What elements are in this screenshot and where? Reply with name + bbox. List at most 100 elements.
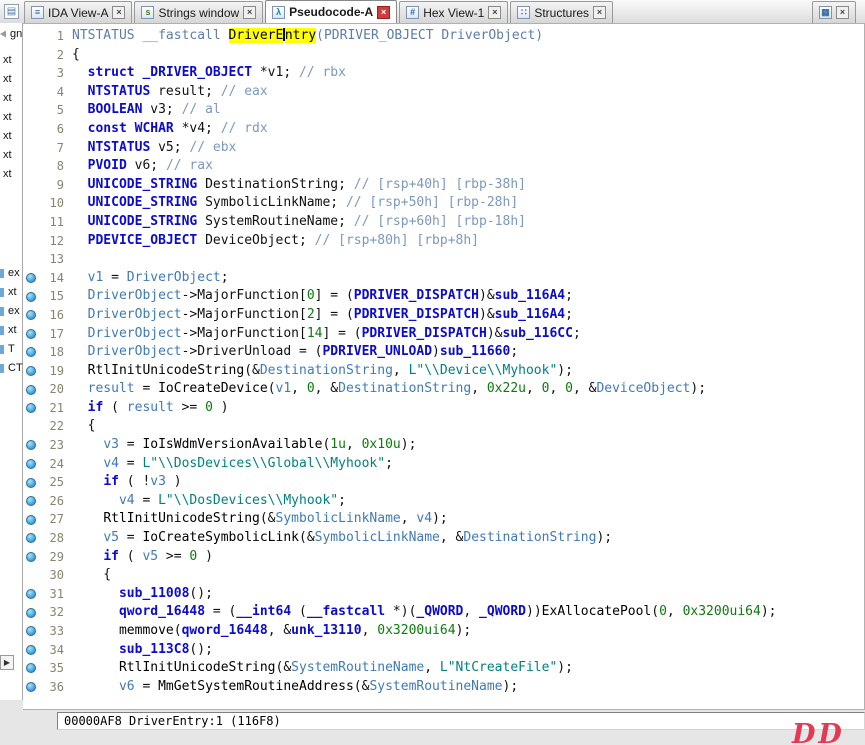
address-dot-cell[interactable]: [23, 399, 38, 418]
address-dot[interactable]: [25, 403, 36, 414]
tab-extra[interactable]: ▦ ×: [812, 1, 856, 23]
address-dot-cell[interactable]: [23, 455, 38, 474]
address-dot-cell[interactable]: [23, 269, 38, 288]
code-line[interactable]: 15 DriverObject->MajorFunction[0] = (PDR…: [23, 287, 864, 306]
expand-panel-button[interactable]: ▶: [0, 655, 14, 670]
code-line[interactable]: 9 UNICODE_STRING DestinationString; // […: [23, 176, 864, 195]
address-dot[interactable]: [25, 533, 36, 544]
code-line[interactable]: 28 v5 = IoCreateSymbolicLink(&SymbolicLi…: [23, 529, 864, 548]
close-tab-icon[interactable]: ×: [112, 6, 126, 19]
close-tab-icon[interactable]: ×: [377, 5, 391, 19]
panel-item-fragment[interactable]: xt: [0, 90, 23, 106]
code-line[interactable]: 14 v1 = DriverObject;: [23, 269, 864, 288]
code-line[interactable]: 19 RtlInitUnicodeString(&DestinationStri…: [23, 362, 864, 381]
code-line[interactable]: 12 PDEVICE_OBJECT DeviceObject; // [rsp+…: [23, 232, 864, 251]
code-line[interactable]: 20 result = IoCreateDevice(v1, 0, &Desti…: [23, 380, 864, 399]
address-dot[interactable]: [25, 514, 36, 525]
address-dot[interactable]: [25, 273, 36, 284]
address-dot[interactable]: [25, 551, 36, 562]
code-line[interactable]: 17 DriverObject->MajorFunction[14] = (PD…: [23, 325, 864, 344]
address-dot-cell[interactable]: [23, 325, 38, 344]
address-dot-cell[interactable]: [23, 603, 38, 622]
address-dot[interactable]: [25, 626, 36, 637]
address-dot-cell[interactable]: [23, 473, 38, 492]
panel-item-fragment[interactable]: xt: [0, 284, 23, 300]
address-dot[interactable]: [25, 384, 36, 395]
address-dot-cell[interactable]: [23, 659, 38, 678]
code-line[interactable]: 13: [23, 250, 864, 269]
code-line[interactable]: 33 memmove(qword_16448, &unk_13110, 0x32…: [23, 622, 864, 641]
tab-hex-view-1[interactable]: # Hex View-1 ×: [399, 1, 509, 23]
panel-item-fragment[interactable]: xt: [0, 52, 23, 68]
address-dot-cell[interactable]: [23, 510, 38, 529]
address-dot[interactable]: [25, 496, 36, 507]
address-dot[interactable]: [25, 663, 36, 674]
address-dot[interactable]: [25, 328, 36, 339]
address-dot-cell[interactable]: [23, 362, 38, 381]
address-dot[interactable]: [25, 291, 36, 302]
close-tab-icon[interactable]: ×: [593, 6, 607, 19]
address-dot[interactable]: [25, 347, 36, 358]
code-line[interactable]: 23 v3 = IoIsWdmVersionAvailable(1u, 0x10…: [23, 436, 864, 455]
address-dot-cell[interactable]: [23, 287, 38, 306]
code-line[interactable]: 10 UNICODE_STRING SymbolicLinkName; // […: [23, 194, 864, 213]
address-dot-cell[interactable]: [23, 380, 38, 399]
code-line[interactable]: 34 sub_113C8();: [23, 641, 864, 660]
code-line[interactable]: 21 if ( result >= 0 ): [23, 399, 864, 418]
code-line[interactable]: 16 DriverObject->MajorFunction[2] = (PDR…: [23, 306, 864, 325]
code-line[interactable]: 36 v6 = MmGetSystemRoutineAddress(&Syste…: [23, 678, 864, 697]
tab-pseudocode-a[interactable]: λ Pseudocode-A ×: [265, 0, 398, 23]
code-line[interactable]: 5 BOOLEAN v3; // al: [23, 101, 864, 120]
address-dot[interactable]: [25, 458, 36, 469]
panel-item-fragment[interactable]: xt: [0, 128, 23, 144]
code-line[interactable]: 22 {: [23, 417, 864, 436]
panel-item-fragment[interactable]: xt: [0, 109, 23, 125]
close-tab-icon[interactable]: ×: [488, 6, 502, 19]
code-line[interactable]: 8 PVOID v6; // rax: [23, 157, 864, 176]
tab-ida-view-a[interactable]: ≡ IDA View-A ×: [24, 1, 133, 23]
code-line[interactable]: 25 if ( !v3 ): [23, 473, 864, 492]
address-dot-cell[interactable]: [23, 343, 38, 362]
tab-strings-window[interactable]: s Strings window ×: [134, 1, 264, 23]
code-line[interactable]: 1 NTSTATUS __fastcall DriverE ntry(PDRIVER…: [23, 27, 864, 46]
panel-item-fragment[interactable]: ex: [0, 265, 23, 281]
panel-item-fragment[interactable]: xt: [0, 166, 23, 182]
address-dot-cell[interactable]: [23, 548, 38, 567]
code-line[interactable]: 29 if ( v5 >= 0 ): [23, 548, 864, 567]
code-line[interactable]: 30 {: [23, 566, 864, 585]
code-line[interactable]: 31 sub_11008();: [23, 585, 864, 604]
address-dot[interactable]: [25, 440, 36, 451]
address-dot[interactable]: [25, 682, 36, 693]
address-dot-cell[interactable]: [23, 622, 38, 641]
code-line[interactable]: 24 v4 = L"\\DosDevices\\Global\\Myhook";: [23, 455, 864, 474]
address-dot[interactable]: [25, 607, 36, 618]
code-line[interactable]: 2{: [23, 46, 864, 65]
address-dot-cell[interactable]: [23, 641, 38, 660]
address-dot[interactable]: [25, 477, 36, 488]
address-dot-cell[interactable]: [23, 529, 38, 548]
code-line[interactable]: 35 RtlInitUnicodeString(&SystemRoutineNa…: [23, 659, 864, 678]
address-dot[interactable]: [25, 365, 36, 376]
code-line[interactable]: 4 NTSTATUS result; // eax: [23, 83, 864, 102]
close-tab-icon[interactable]: ×: [243, 6, 257, 19]
code-line[interactable]: 27 RtlInitUnicodeString(&SymbolicLinkNam…: [23, 510, 864, 529]
address-dot-cell[interactable]: [23, 585, 38, 604]
address-dot-cell[interactable]: [23, 492, 38, 511]
close-tab-icon[interactable]: ×: [836, 6, 849, 19]
address-dot-cell[interactable]: [23, 436, 38, 455]
address-dot-cell[interactable]: [23, 678, 38, 697]
address-dot[interactable]: [25, 644, 36, 655]
code-line[interactable]: 26 v4 = L"\\DosDevices\\Myhook";: [23, 492, 864, 511]
document-icon[interactable]: [4, 4, 19, 19]
code-line[interactable]: 3 struct _DRIVER_OBJECT *v1; // rbx: [23, 64, 864, 83]
address-dot-cell[interactable]: [23, 306, 38, 325]
code-line[interactable]: 6 const WCHAR *v4; // rdx: [23, 120, 864, 139]
panel-item-fragment[interactable]: CT: [0, 360, 23, 376]
code-line[interactable]: 18 DriverObject->DriverUnload = (PDRIVER…: [23, 343, 864, 362]
code-line[interactable]: 32 qword_16448 = (__int64 (__fastcall *)…: [23, 603, 864, 622]
address-dot[interactable]: [25, 589, 36, 600]
panel-item-fragment[interactable]: xt: [0, 147, 23, 163]
panel-item-fragment[interactable]: ex: [0, 303, 23, 319]
panel-item-fragment[interactable]: T: [0, 341, 23, 357]
code-line[interactable]: 7 NTSTATUS v5; // ebx: [23, 139, 864, 158]
